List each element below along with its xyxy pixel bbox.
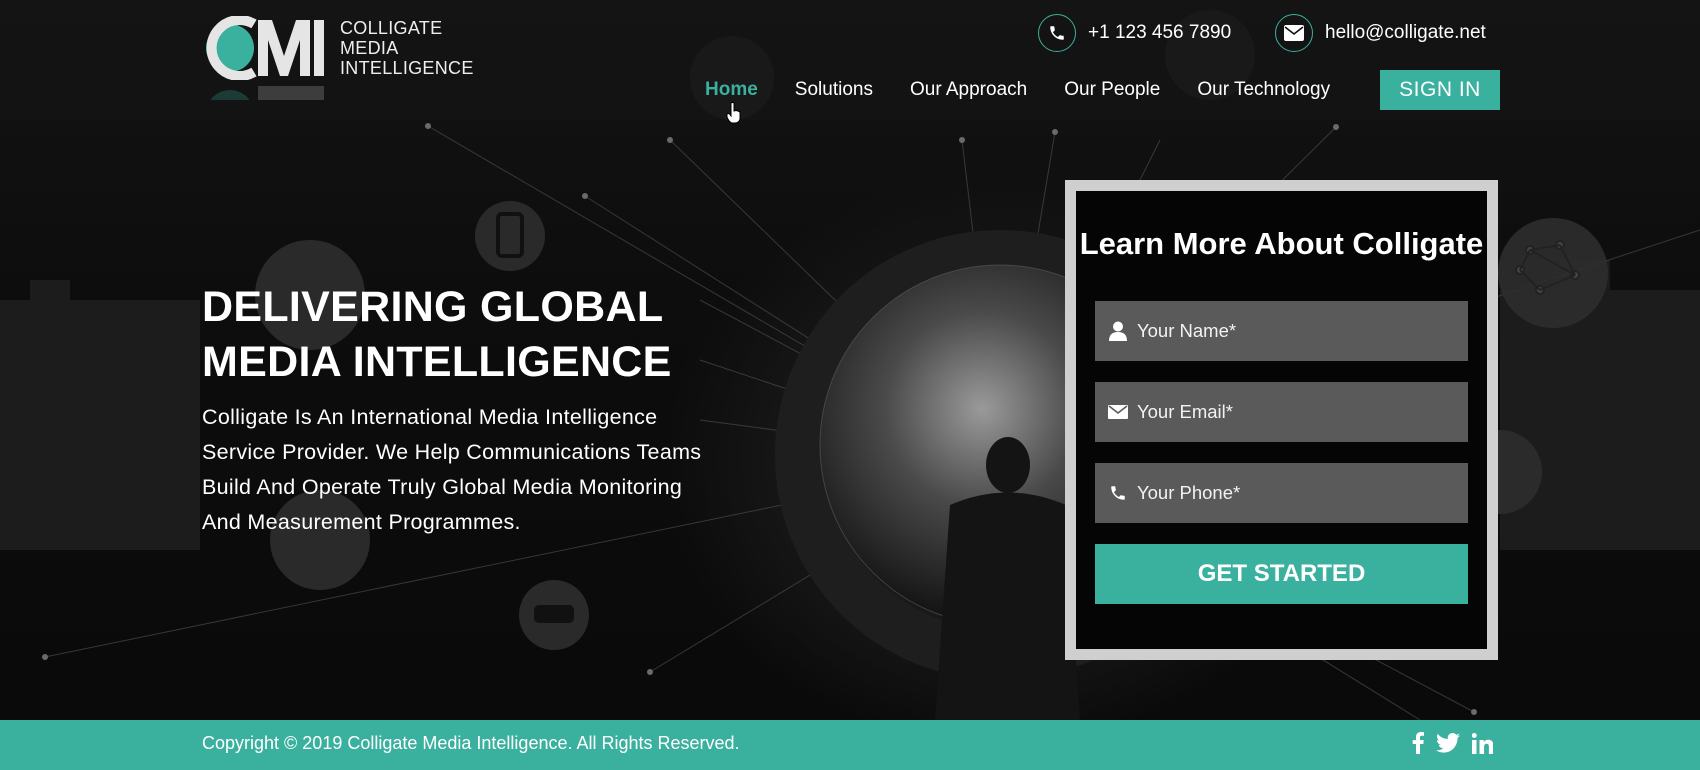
main-nav: Home Solutions Our Approach Our People O… — [705, 70, 1367, 110]
email-placeholder: Your Email* — [1137, 401, 1233, 422]
logo-reflection — [200, 82, 465, 100]
phone-icon — [1107, 482, 1129, 504]
phone-icon — [1038, 14, 1076, 52]
name-field[interactable]: Your Name* — [1095, 301, 1468, 361]
email-field[interactable]: Your Email* — [1095, 382, 1468, 442]
linkedin-icon[interactable] — [1472, 732, 1493, 754]
header-email[interactable]: hello@colligate.net — [1275, 14, 1486, 52]
twitter-icon[interactable] — [1436, 733, 1460, 753]
logo-line-1: COLLIGATE — [340, 18, 443, 38]
cmi-logo-mark — [206, 16, 324, 80]
social-links — [1412, 732, 1505, 754]
form-title: Learn More About Colligate — [1079, 226, 1484, 261]
envelope-icon — [1107, 401, 1129, 423]
name-placeholder: Your Name* — [1137, 320, 1237, 341]
header-phone[interactable]: +1 123 456 7890 — [1038, 14, 1231, 52]
phone-field[interactable]: Your Phone* — [1095, 463, 1468, 523]
logo-line-3: INTELLIGENCE — [340, 58, 474, 78]
site-footer: Copyright © 2019 Colligate Media Intelli… — [0, 720, 1700, 770]
nav-solutions[interactable]: Solutions — [795, 79, 873, 101]
phone-number: +1 123 456 7890 — [1088, 22, 1232, 43]
logo-line-2: MEDIA — [340, 38, 399, 58]
nav-our-technology[interactable]: Our Technology — [1197, 79, 1330, 101]
site-logo[interactable]: COLLIGATE MEDIA INTELLIGENCE — [200, 16, 473, 100]
nav-home[interactable]: Home — [705, 79, 758, 101]
facebook-icon[interactable] — [1412, 732, 1424, 754]
nav-our-approach[interactable]: Our Approach — [910, 79, 1027, 101]
email-address: hello@colligate.net — [1325, 22, 1486, 43]
hero-heading: DELIVERING GLOBAL MEDIA INTELLIGENCE — [202, 280, 762, 390]
phone-placeholder: Your Phone* — [1137, 482, 1241, 503]
user-icon — [1107, 320, 1129, 342]
hero-heading-line-1: DELIVERING GLOBAL — [202, 283, 664, 331]
site-header: COLLIGATE MEDIA INTELLIGENCE +1 123 456 … — [0, 0, 1700, 120]
hand-cursor-icon — [726, 102, 741, 124]
hero-description: Colligate Is An International Media Inte… — [202, 405, 702, 534]
logo-wordmark: COLLIGATE MEDIA INTELLIGENCE — [340, 18, 474, 78]
copyright-text: Copyright © 2019 Colligate Media Intelli… — [202, 733, 740, 753]
get-started-button[interactable]: GET STARTED — [1095, 544, 1468, 604]
sign-in-button[interactable]: SIGN IN — [1380, 70, 1500, 110]
hero-heading-line-2: MEDIA INTELLIGENCE — [202, 338, 672, 386]
envelope-icon — [1275, 14, 1313, 52]
nav-our-people[interactable]: Our People — [1064, 79, 1160, 101]
